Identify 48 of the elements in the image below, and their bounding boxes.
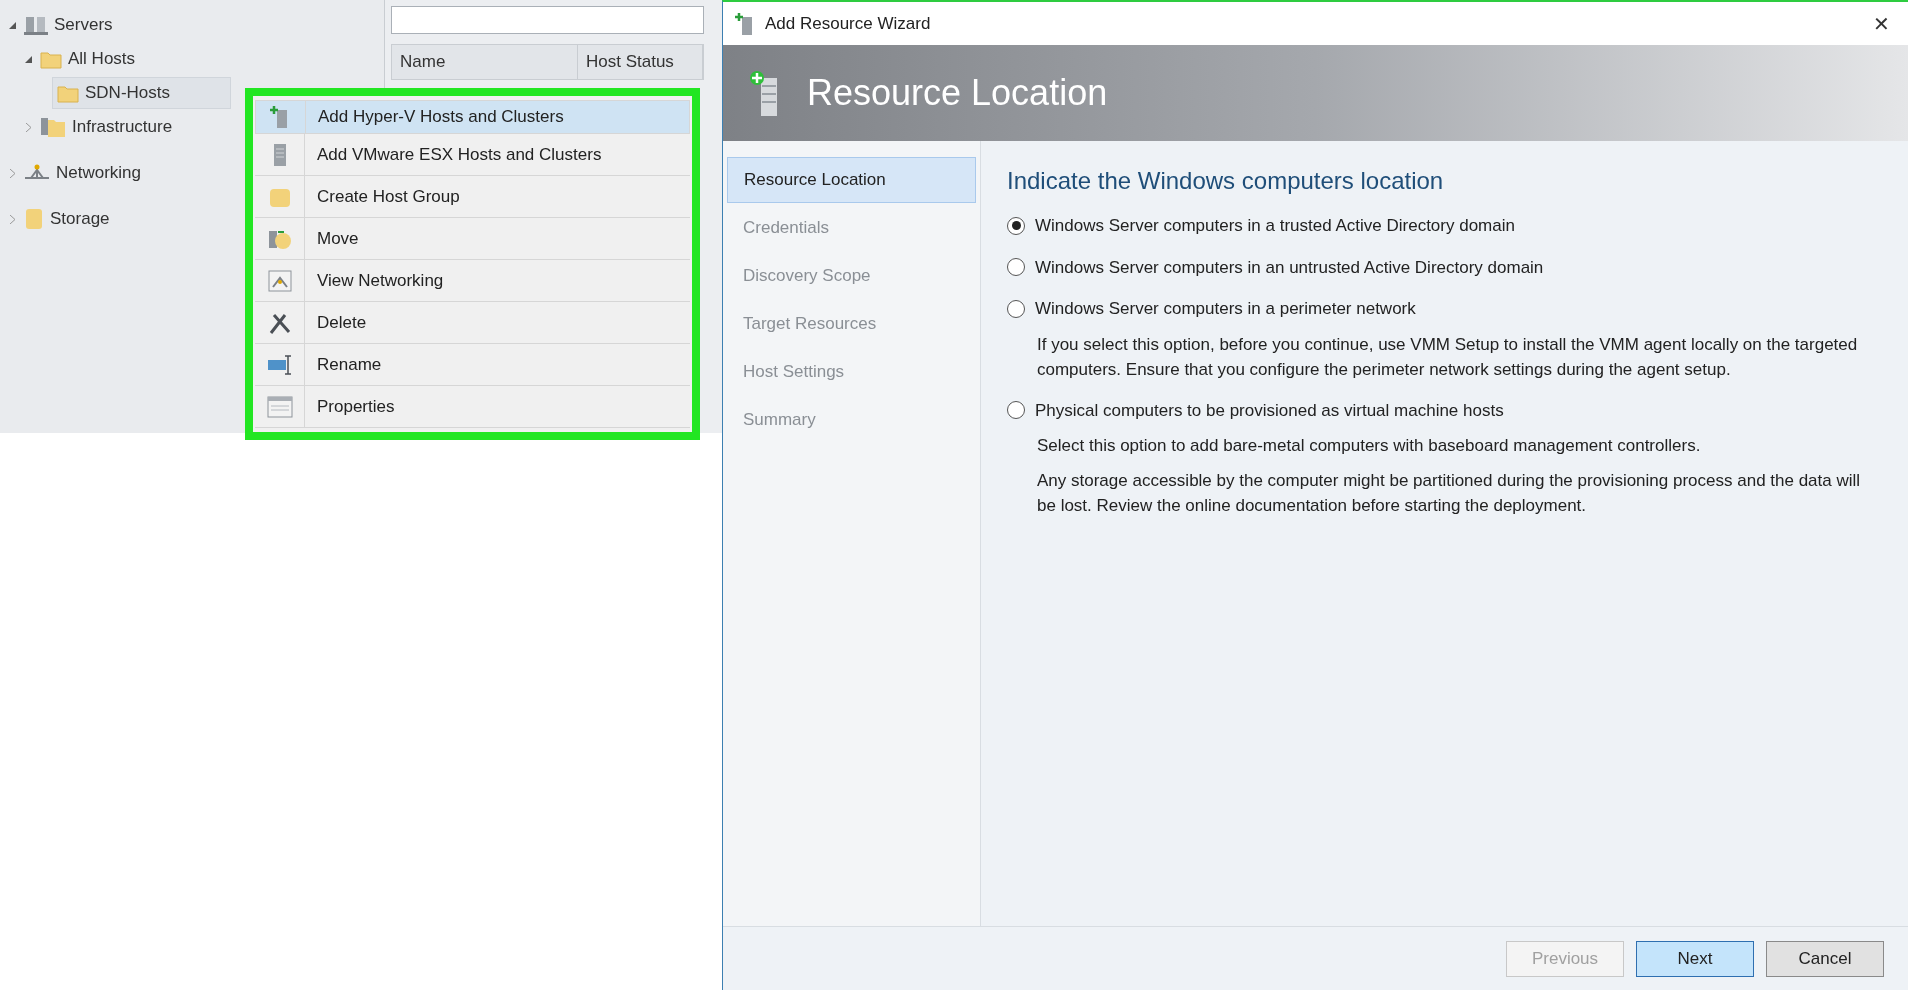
- folder-icon: [40, 49, 62, 69]
- radio-button[interactable]: [1007, 299, 1025, 318]
- option-label[interactable]: Physical computers to be provisioned as virtual machine hosts: [1035, 397, 1504, 423]
- wizard-button[interactable]: Cancel: [1766, 940, 1884, 977]
- radio-button[interactable]: [1007, 258, 1025, 277]
- search-field[interactable]: [391, 6, 704, 34]
- tree-item[interactable]: Infrastructure: [36, 111, 177, 143]
- network-icon: [267, 269, 292, 292]
- tree-item[interactable]: All Hosts: [36, 43, 140, 75]
- banner-title: Resource Location: [807, 71, 1108, 115]
- menu-item[interactable]: View Networking: [255, 260, 690, 302]
- tree-item[interactable]: Networking: [20, 157, 146, 189]
- window-title: Add Resource Wizard: [765, 12, 931, 35]
- tree-item[interactable]: Storage: [20, 203, 114, 235]
- server-folder-icon: [40, 116, 66, 138]
- menu-item[interactable]: Add Hyper-V Hosts and Clusters: [255, 100, 690, 134]
- storage-icon: [24, 207, 44, 231]
- menu-item[interactable]: Add VMware ESX Hosts and Clusters: [255, 134, 690, 176]
- option-description: If you select this option, before you continue, use VMM Setup to install the VMM agent locally on the targeted computers. Ensure that you configure the perimeter network settings during the agent setup.: [1037, 333, 1859, 381]
- tree-item[interactable]: SDN-Hosts: [52, 77, 231, 109]
- column-header[interactable]: Host Status: [578, 45, 703, 79]
- option-label[interactable]: Windows Server computers in an untrusted Active Directory domain: [1035, 254, 1544, 280]
- option-description: Select this option to add bare-metal computers with baseboard management controllers.: [1037, 435, 1702, 457]
- add-server-icon: [735, 11, 755, 36]
- wizard-step[interactable]: Resource Location: [727, 157, 976, 203]
- column-header[interactable]: Name: [392, 45, 578, 79]
- servers-icon: [24, 14, 48, 36]
- rename-icon: [266, 353, 293, 376]
- section-heading: Indicate the Windows computers location: [1007, 166, 1445, 196]
- tree-item[interactable]: Servers: [20, 9, 117, 41]
- radio-button[interactable]: [1007, 401, 1025, 420]
- properties-icon: [266, 395, 293, 418]
- option-label[interactable]: Windows Server computers in a perimeter network: [1035, 296, 1416, 322]
- menu-item[interactable]: Rename: [255, 344, 690, 386]
- radio-button[interactable]: [1007, 216, 1025, 235]
- menu-item[interactable]: Move: [255, 218, 690, 260]
- collapse-arrow-icon[interactable]: [7, 20, 17, 30]
- menu-item[interactable]: Create Host Group: [255, 176, 690, 218]
- option-description: Any storage accessible by the computer might be partitioned during the provisioning process and the data will be lost. Review the online documentation before starting the deployment.: [1037, 470, 1862, 517]
- menu-item[interactable]: Delete: [255, 302, 690, 344]
- close-button[interactable]: ✕: [1867, 8, 1896, 39]
- menu-item[interactable]: Properties: [255, 386, 690, 428]
- collapse-arrow-icon[interactable]: [23, 54, 33, 64]
- option-label[interactable]: Windows Server computers in a trusted Active Directory domain: [1035, 213, 1515, 239]
- folder-icon: [57, 83, 79, 103]
- wizard-button[interactable]: Next: [1636, 940, 1754, 977]
- delete-icon: [267, 311, 292, 334]
- server-icon: [272, 142, 287, 167]
